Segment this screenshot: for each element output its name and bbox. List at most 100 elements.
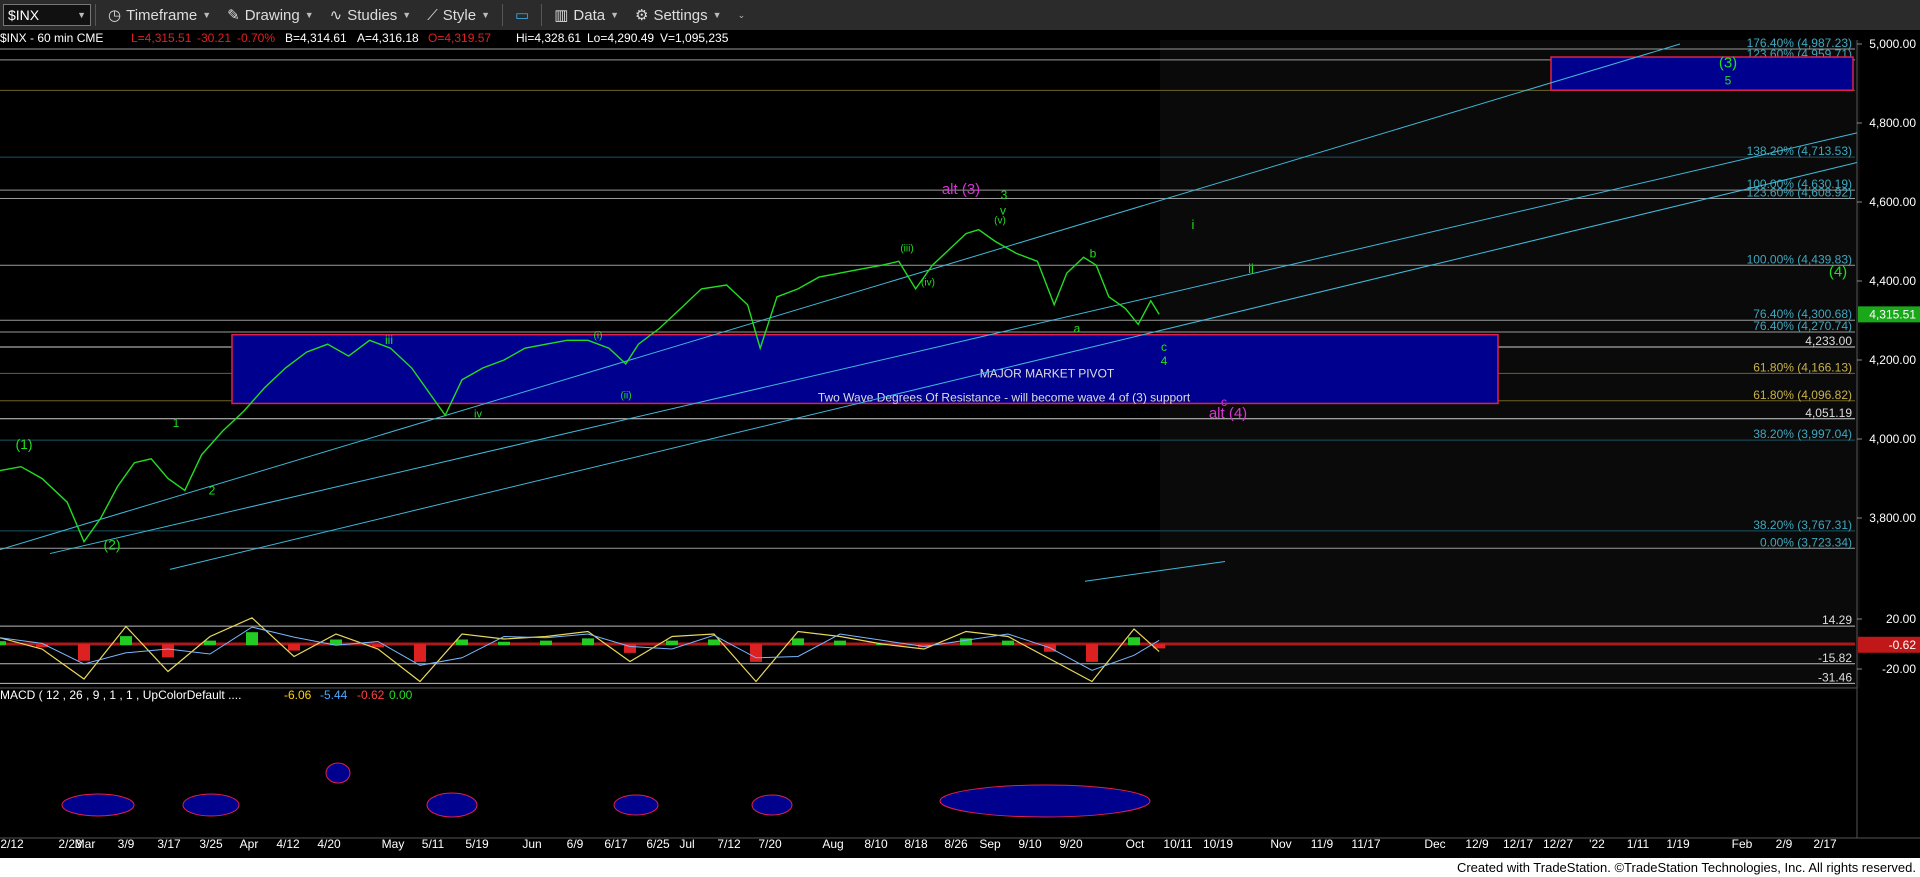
studies-menu[interactable]: ∿ Studies ▼	[322, 0, 420, 30]
target-zone-box	[1550, 56, 1854, 91]
time-tick-label: Jun	[522, 837, 541, 851]
time-tick-label: 3/17	[157, 837, 181, 851]
studies-icon: ∿	[329, 7, 343, 24]
time-tick-label: 1/11	[1627, 837, 1650, 851]
style-label: Style	[442, 6, 477, 24]
macd-highlight-ellipse	[613, 794, 659, 816]
macd-histogram-bar	[1128, 637, 1140, 645]
bar-chart-icon: ▥	[554, 7, 569, 24]
target-zone	[1550, 56, 1854, 91]
toolbar-divider	[95, 4, 96, 26]
chevron-down-icon: ▼	[712, 10, 722, 20]
price-tick-label: 5,000.00	[1869, 37, 1916, 51]
data-menu[interactable]: ▥ Data ▼	[546, 0, 627, 30]
macd-histogram-bar	[708, 639, 720, 645]
fib-level-label: 123.60% (4,608.92)	[1747, 185, 1852, 199]
macd-value-1: -6.06	[284, 688, 312, 702]
time-tick-label: 8/18	[904, 837, 928, 851]
macd-histogram-bar	[834, 640, 846, 645]
wave-label: (ii)	[620, 390, 631, 401]
fib-level-label: 38.20% (3,997.04)	[1753, 427, 1852, 441]
more-button[interactable]: ⌄	[730, 0, 754, 30]
price-tick-label: 4,800.00	[1869, 116, 1916, 130]
time-tick-label: 6/17	[604, 837, 628, 851]
time-tick-label: 10/19	[1203, 837, 1233, 851]
time-tick-label: 8/10	[864, 837, 888, 851]
time-tick-label: Nov	[1270, 837, 1291, 851]
gear-icon: ⚙	[635, 7, 649, 24]
wave-label: (2)	[103, 537, 120, 553]
info-pct: -0.70%	[237, 31, 275, 45]
pencil-icon: ✎	[227, 7, 240, 24]
fib-level-label: 0.00% (3,723.34)	[1760, 535, 1852, 549]
settings-menu[interactable]: ⚙ Settings ▼	[627, 0, 730, 30]
last-price-label: 4,315.51	[1869, 307, 1916, 321]
time-tick-label: 11/9	[1311, 837, 1334, 851]
time-tick-label: 11/17	[1351, 837, 1380, 851]
time-tick-label: 5/19	[465, 837, 489, 851]
style-icon: ⟋	[427, 6, 438, 24]
time-tick-label: 6/9	[567, 837, 584, 851]
time-tick-label: Mar	[75, 837, 96, 851]
macd-histogram-bar	[1086, 644, 1098, 662]
timeframe-menu[interactable]: ◷ Timeframe ▼	[100, 0, 219, 30]
time-tick-label: Oct	[1126, 837, 1145, 851]
macd-histogram-bar	[498, 641, 510, 645]
macd-histogram-bar	[540, 640, 552, 645]
wave-label: (i)	[594, 330, 603, 341]
fib-level-label: 4,051.19	[1805, 406, 1852, 420]
layout-icon: ▭	[515, 7, 530, 24]
wave-label: (iv)	[921, 278, 935, 289]
time-tick-label: 6/25	[646, 837, 670, 851]
symbol-input[interactable]: $INX ▼	[3, 4, 91, 26]
wave-label: alt (4)	[1209, 405, 1247, 422]
macd-highlight-ellipse	[61, 793, 135, 817]
drawing-label: Drawing	[244, 6, 300, 24]
macd-level-label: 14.29	[1822, 613, 1852, 627]
layout-button[interactable]: ▭	[507, 0, 537, 30]
time-tick-label: 7/20	[758, 837, 782, 851]
fib-level-label: 61.80% (4,096.82)	[1753, 388, 1852, 402]
chevron-down-icon[interactable]: ▼	[77, 10, 86, 20]
macd-highlight-ellipse	[939, 784, 1151, 818]
wave-label: c	[1221, 395, 1227, 409]
macd-histogram-bar	[162, 644, 174, 658]
fib-level-label: 38.20% (3,767.31)	[1753, 518, 1852, 532]
macd-histogram-bar	[666, 640, 678, 645]
fib-level-label: 4,233.00	[1805, 334, 1852, 348]
info-low: Lo=4,290.49	[587, 31, 654, 45]
footer-text: Created with TradeStation. ©TradeStation…	[1456, 860, 1916, 875]
macd-histogram-bar	[372, 644, 384, 648]
time-tick-label: Sep	[979, 837, 1001, 851]
drawing-menu[interactable]: ✎ Drawing ▼	[219, 0, 322, 30]
time-tick-label: 3/9	[118, 837, 135, 851]
macd-histogram-bar	[750, 644, 762, 662]
price-tick-label: 3,800.00	[1869, 511, 1916, 525]
time-tick-label: 10/11	[1163, 837, 1192, 851]
settings-label: Settings	[653, 6, 708, 24]
time-tick-label: May	[382, 837, 405, 851]
time-tick-label: 4/20	[317, 837, 341, 851]
macd-histogram-bar	[204, 640, 216, 645]
macd-histogram-bar	[246, 632, 258, 645]
pivot-zone-title: MAJOR MARKET PIVOT	[980, 366, 1115, 380]
chart-area[interactable]: 176.40% (4,987.23)123.60% (4,959.71)161.…	[0, 30, 1920, 858]
toolbar-divider	[541, 4, 543, 26]
macd-last-label: -0.62	[1889, 638, 1917, 652]
symbol-text: $INX	[8, 7, 40, 23]
price-tick-label: 4,600.00	[1869, 195, 1916, 209]
chevron-down-icon: ▼	[304, 10, 314, 20]
style-menu[interactable]: ⟋ Style ▼	[419, 0, 498, 30]
macd-histogram-bar	[582, 638, 594, 645]
wave-label: a	[1074, 321, 1081, 335]
wave-label: 2	[209, 483, 216, 497]
time-tick-label: Feb	[1732, 837, 1753, 851]
wave-label: 3	[1001, 188, 1008, 202]
macd-highlight-ellipse	[182, 793, 240, 817]
info-high: Hi=4,328.61	[516, 31, 581, 45]
price-tick-label: 4,400.00	[1869, 274, 1916, 288]
macd-histogram-bar	[1002, 640, 1014, 645]
info-change: -30.21	[197, 31, 231, 45]
macd-histogram-bar	[78, 644, 90, 661]
chevron-down-icon: ▼	[481, 10, 491, 20]
